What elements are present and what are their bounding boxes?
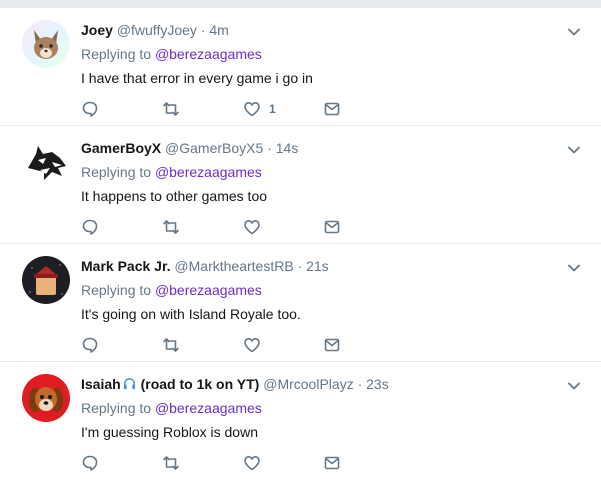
heart-icon [244, 220, 260, 235]
tweet[interactable]: Isaiah (road to 1k on YT) @MrcoolPlayz ·… [0, 362, 601, 479]
avatar[interactable] [22, 138, 70, 186]
tweet-actions [81, 454, 501, 472]
reply-button[interactable] [81, 100, 99, 118]
like-button[interactable] [243, 336, 261, 354]
replying-to: Replying to @berezaagames [81, 45, 262, 63]
mention-link[interactable]: @berezaagames [155, 282, 262, 298]
replying-to: Replying to @berezaagames [81, 163, 262, 181]
retweet-icon [163, 102, 179, 116]
like-button[interactable] [243, 454, 261, 472]
mention-link[interactable]: @berezaagames [155, 164, 262, 180]
reply-button[interactable] [81, 454, 99, 472]
separator-dot: · [297, 258, 303, 274]
envelope-icon [324, 102, 340, 116]
replying-to-label: Replying to [81, 164, 152, 180]
roblox-character-avatar-icon [22, 256, 70, 304]
envelope-icon [324, 456, 340, 470]
retweet-button[interactable] [162, 218, 180, 236]
reply-icon [82, 219, 98, 235]
tweet-text: I have that error in every game i go in [81, 70, 313, 86]
envelope-icon [324, 220, 340, 234]
direct-message-button[interactable] [323, 336, 341, 354]
user-handle[interactable]: @MrcoolPlayz [263, 376, 353, 392]
display-name[interactable]: Mark Pack Jr. [81, 258, 171, 274]
direct-message-button[interactable] [323, 100, 341, 118]
retweet-button[interactable] [162, 454, 180, 472]
avatar[interactable] [22, 20, 70, 68]
user-handle[interactable]: @GamerBoyX5 [165, 140, 263, 156]
tweet-text: It's going on with Island Royale too. [81, 306, 301, 322]
retweet-icon [163, 220, 179, 234]
display-name[interactable]: Joey [81, 22, 113, 38]
chevron-down-icon[interactable] [566, 260, 582, 276]
retweet-icon [163, 338, 179, 352]
tweet-actions [81, 336, 501, 354]
tweet-header: GamerBoyX @GamerBoyX5 · 14s [81, 139, 298, 157]
display-name[interactable]: Isaiah [81, 376, 121, 392]
timestamp[interactable]: 4m [209, 22, 228, 38]
mention-link[interactable]: @berezaagames [155, 400, 262, 416]
user-handle[interactable]: @fwuffyJoey [117, 22, 197, 38]
tweet-header: Mark Pack Jr. @MarktheartestRB · 21s [81, 257, 329, 275]
user-handle[interactable]: @MarktheartestRB [174, 258, 293, 274]
chevron-down-icon[interactable] [566, 378, 582, 394]
avatar[interactable] [22, 256, 70, 304]
tweet[interactable]: GamerBoyX @GamerBoyX5 · 14s Replying to … [0, 126, 601, 244]
heart-icon [244, 102, 260, 117]
reply-icon [82, 455, 98, 471]
separator-dot: · [267, 140, 272, 156]
heart-icon [244, 338, 260, 353]
reply-icon [82, 337, 98, 353]
heart-icon [244, 456, 260, 471]
replying-to: Replying to @berezaagames [81, 281, 262, 299]
reply-button[interactable] [81, 218, 99, 236]
like-button[interactable] [243, 218, 261, 236]
tweet-header: Isaiah (road to 1k on YT) @MrcoolPlayz ·… [81, 375, 389, 393]
mention-link[interactable]: @berezaagames [155, 46, 262, 62]
tweet-actions [81, 218, 501, 236]
tweet[interactable]: Mark Pack Jr. @MarktheartestRB · 21s Rep… [0, 244, 601, 362]
direct-message-button[interactable] [323, 218, 341, 236]
retweet-button[interactable] [162, 100, 180, 118]
avatar[interactable] [22, 374, 70, 422]
retweet-icon [163, 456, 179, 470]
replying-to-label: Replying to [81, 400, 152, 416]
like-count: 1 [269, 102, 276, 116]
chevron-down-icon[interactable] [566, 24, 582, 40]
tweet-actions: 1 [81, 100, 501, 118]
reply-button[interactable] [81, 336, 99, 354]
display-name[interactable]: GamerBoyX [81, 140, 161, 156]
reply-icon [82, 101, 98, 117]
retweet-button[interactable] [162, 336, 180, 354]
timestamp[interactable]: 21s [306, 258, 329, 274]
tweet-header: Joey @fwuffyJoey · 4m [81, 21, 229, 39]
tweet-text: It happens to other games too [81, 188, 268, 204]
tweet-text: I'm guessing Roblox is down [81, 424, 258, 440]
display-name-suffix[interactable]: (road to 1k on YT) [141, 376, 260, 392]
direct-message-button[interactable] [323, 454, 341, 472]
timestamp[interactable]: 14s [276, 140, 299, 156]
dog-avatar-icon [22, 374, 70, 422]
headphones-emoji-icon [123, 378, 135, 390]
replying-to-label: Replying to [81, 282, 152, 298]
replying-to: Replying to @berezaagames [81, 399, 262, 417]
like-button[interactable]: 1 [243, 100, 276, 118]
tweet[interactable]: Joey @fwuffyJoey · 4m Replying to @berez… [0, 8, 601, 126]
separator-dot: · [357, 376, 363, 392]
separator-dot: · [200, 22, 206, 38]
fox-avatar-icon [22, 20, 70, 68]
chevron-down-icon[interactable] [566, 142, 582, 158]
wolf-avatar-icon [22, 138, 70, 186]
top-divider [0, 0, 601, 8]
envelope-icon [324, 338, 340, 352]
replying-to-label: Replying to [81, 46, 152, 62]
timestamp[interactable]: 23s [366, 376, 389, 392]
